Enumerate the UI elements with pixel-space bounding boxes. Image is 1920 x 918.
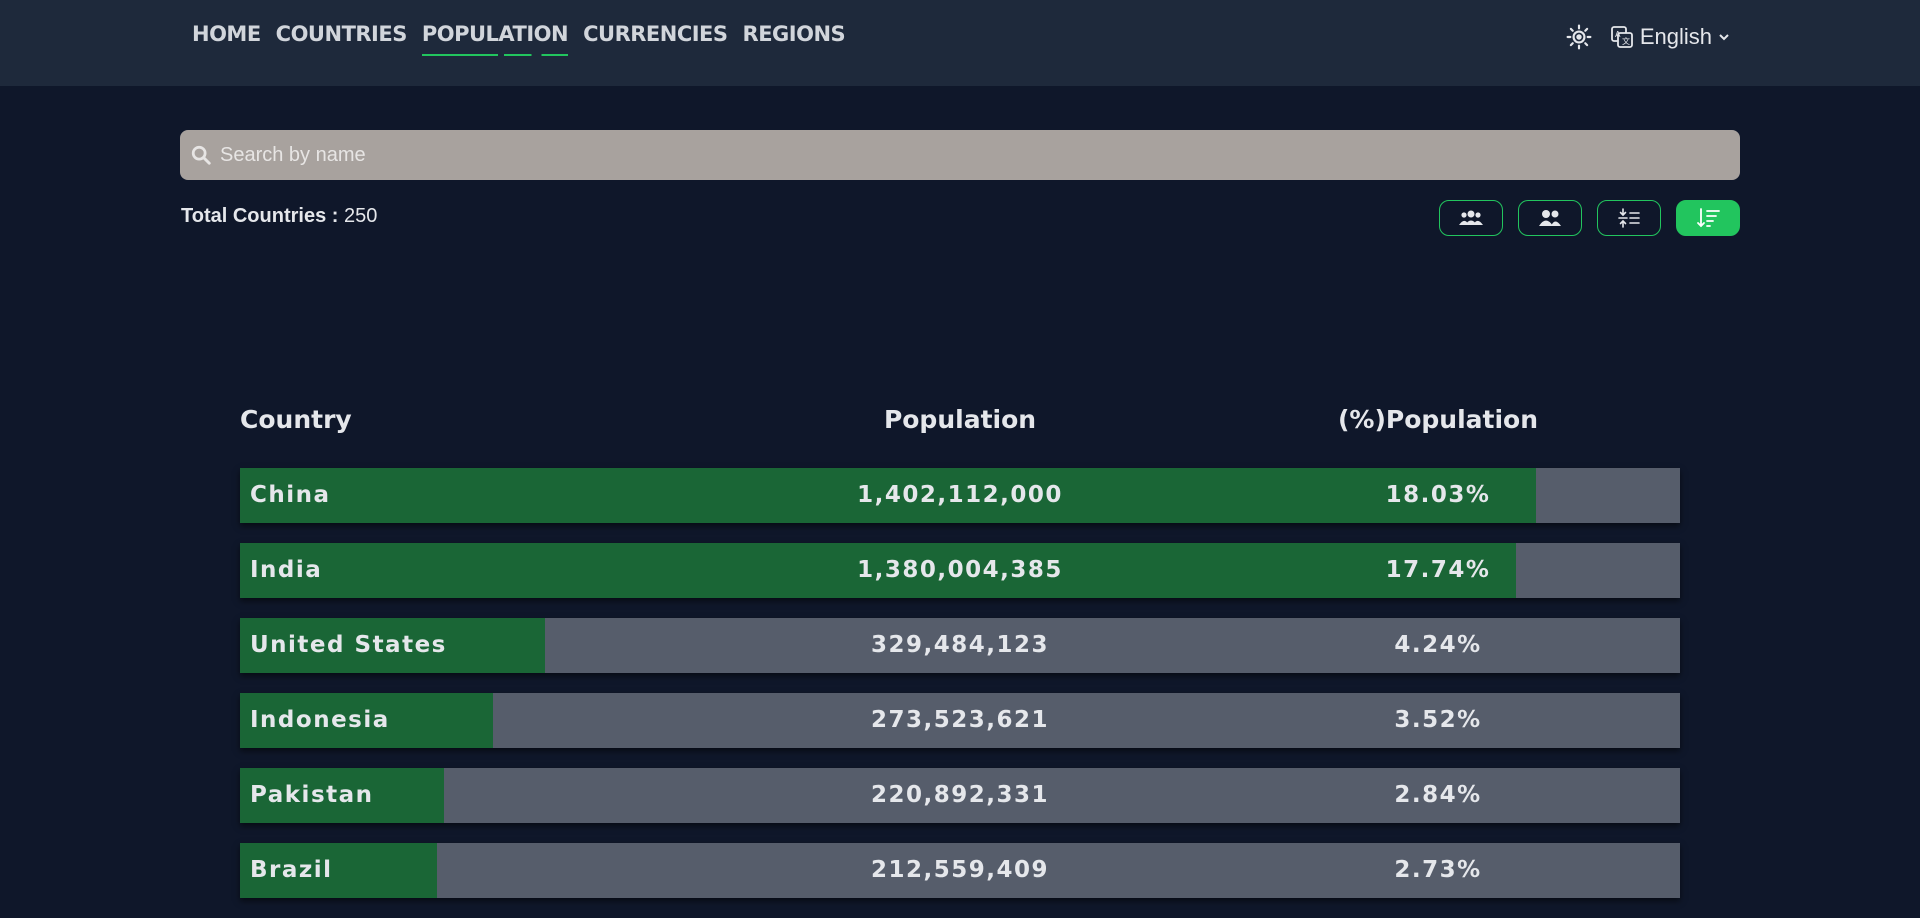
language-label: English — [1639, 24, 1712, 49]
sort-descending-button[interactable] — [1676, 200, 1740, 236]
sort-population-group-button[interactable] — [1439, 200, 1503, 236]
table-row[interactable]: India 1,380,004,385 17.74% — [240, 543, 1680, 598]
chevron-down-icon — [1719, 34, 1729, 41]
total-countries: Total Countries : 250 — [181, 205, 377, 228]
nav-home[interactable]: HOME — [192, 22, 261, 56]
users-group-icon — [1459, 210, 1483, 225]
top-navbar: HOME COUNTRIES POPULATION CURRENCIES REG… — [0, 0, 1920, 86]
sun-icon[interactable] — [1566, 24, 1592, 50]
total-countries-value: 250 — [343, 205, 378, 227]
sort-descending-icon — [1697, 208, 1720, 228]
table-row[interactable]: Brazil 212,559,409 2.73% — [240, 843, 1680, 898]
search-input[interactable] — [212, 129, 1740, 181]
search-icon — [191, 145, 211, 165]
population-table: Country Population (%)Population China 1,… — [240, 405, 1680, 898]
sort-population-button[interactable] — [1518, 200, 1582, 236]
sort-controls — [1439, 200, 1740, 236]
main-nav: HOME COUNTRIES POPULATION CURRENCIES REG… — [192, 22, 860, 56]
table-row[interactable]: China 1,402,112,000 18.03% — [240, 468, 1680, 523]
users-icon — [1539, 210, 1561, 226]
table-header: Country Population (%)Population — [240, 405, 1680, 445]
nav-currencies[interactable]: CURRENCIES — [583, 22, 728, 56]
nav-countries[interactable]: COUNTRIES — [276, 22, 408, 56]
table-row[interactable]: United States 329,484,123 4.24% — [240, 618, 1680, 673]
sort-ascending-button[interactable] — [1597, 200, 1661, 236]
nav-regions[interactable]: REGIONS — [743, 22, 846, 56]
search-bar — [180, 129, 1740, 181]
translate-icon: A 文 — [1610, 26, 1633, 48]
sort-ascending-icon — [1618, 208, 1640, 228]
total-countries-label: Total Countries : — [181, 205, 339, 227]
table-body: China 1,402,112,000 18.03% India 1,380,004,3… — [240, 468, 1680, 918]
svg-text:文: 文 — [1622, 36, 1630, 46]
active-underline — [421, 54, 569, 56]
svg-text:A: A — [1615, 30, 1621, 39]
language-select[interactable]: A 文 English — [1610, 24, 1730, 50]
nav-population[interactable]: POPULATION — [421, 22, 569, 56]
table-row[interactable]: Pakistan 220,892,331 2.84% — [240, 768, 1680, 823]
table-row[interactable]: Indonesia 273,523,621 3.52% — [240, 693, 1680, 748]
header-controls: A 文 English — [1566, 24, 1730, 50]
